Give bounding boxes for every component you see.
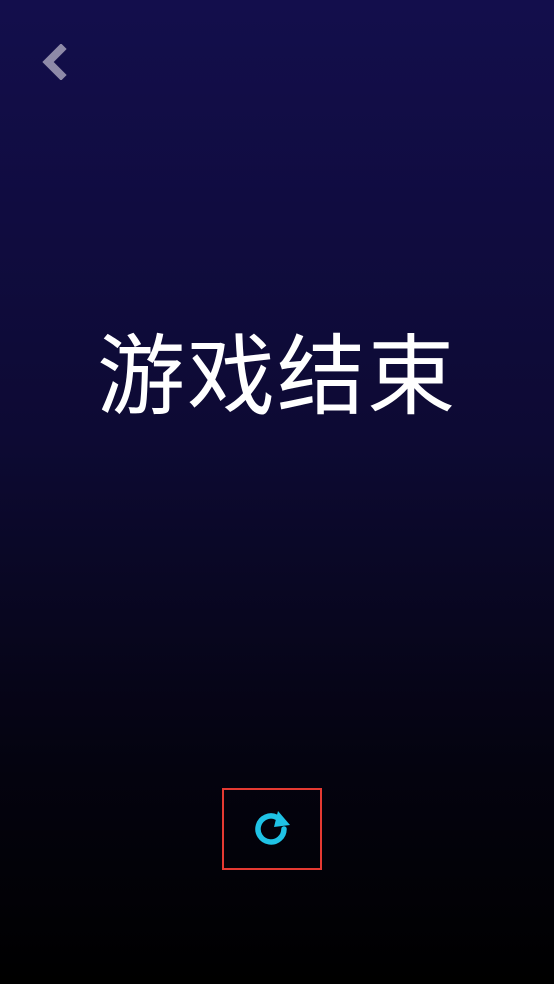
game-over-screen: 游戏结束 (0, 0, 554, 984)
page-title: 游戏结束 (96, 325, 457, 428)
refresh-icon (255, 811, 290, 845)
restart-button[interactable] (222, 788, 322, 870)
chevron-left-icon (42, 44, 67, 80)
back-button[interactable] (28, 36, 80, 88)
